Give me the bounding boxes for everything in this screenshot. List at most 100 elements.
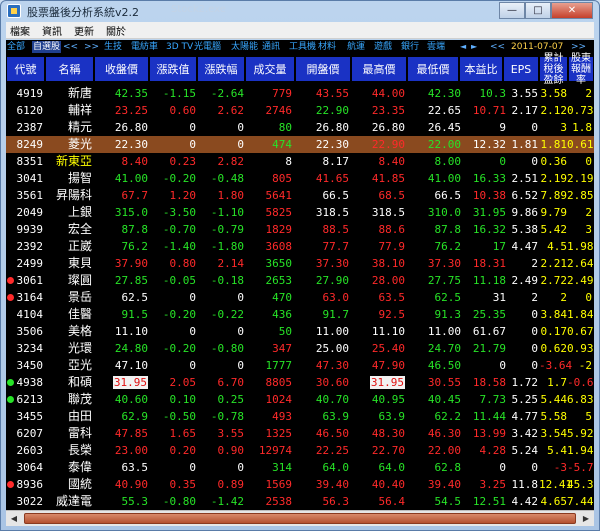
- table-row[interactable]: 6207 雷科 47.85 1.65 3.55 1325 46.50 48.30 46.30 13…: [6, 425, 594, 442]
- cell-name: 長榮: [67, 443, 92, 457]
- scroll-left-icon[interactable]: ◀: [6, 511, 22, 526]
- table-row[interactable]: 3061 璨圓 27.85 -0.05 -0.18 2653 27.90 28.00 27.75…: [6, 272, 594, 289]
- cell-cum: 4.5: [547, 240, 567, 253]
- column-header[interactable]: 成交量: [246, 57, 294, 81]
- nav-scroll-left-icon[interactable]: ◄: [460, 41, 466, 53]
- table-row[interactable]: 3561 昇陽科 67.7 1.20 1.80 5641 66.5 68.5 66.5 10.38…: [6, 187, 594, 204]
- table-row[interactable]: 3234 光環 24.80 -0.20 -0.80 347 25.00 25.40 24.70 2…: [6, 340, 594, 357]
- table-row[interactable]: 8936 國統 40.90 0.35 0.89 1569 39.40 40.40 39.40 3.…: [6, 476, 594, 493]
- column-header[interactable]: 股東報酬率: [569, 53, 593, 86]
- cell-high: 56.4: [378, 495, 406, 508]
- scroll-thumb[interactable]: [24, 513, 576, 524]
- maximize-button[interactable]: □: [525, 2, 551, 19]
- table-row[interactable]: 3450 亞光 47.10 0 0 1777 47.30 47.90 46.50 0 0 -3.64-…: [6, 357, 594, 374]
- nav-next-button[interactable]: >>: [84, 41, 99, 53]
- nav-item[interactable]: 全部: [7, 41, 25, 53]
- nav-item[interactable]: 工具機: [289, 41, 316, 53]
- table-row[interactable]: 4104 佳醫 91.5 -0.20 -0.22 436 91.7 92.5 91.3 25.35…: [6, 306, 594, 323]
- column-header[interactable]: 開盤價: [296, 57, 350, 81]
- cell-eps: 4.77: [511, 410, 539, 423]
- menu-info[interactable]: 資訊: [42, 23, 62, 38]
- table-row[interactable]: 2603 長榮 23.00 0.20 0.90 12974 22.25 22.70 22.00 4…: [6, 442, 594, 459]
- date-prev-button[interactable]: <<: [490, 41, 505, 53]
- cell-chg: 0: [189, 325, 196, 338]
- table-row[interactable]: 2499 東貝 37.90 0.80 2.14 3650 37.30 38.10 37.30 18…: [6, 255, 594, 272]
- cell-chg: -0.20: [162, 172, 196, 185]
- table-row[interactable]: 2387 精元 26.80 0 0 80 26.80 26.80 26.45 9 0 3 1.8: [6, 119, 594, 136]
- cell-ret: 2: [585, 206, 592, 219]
- table-row[interactable]: 3041 揚智 41.00 -0.20 -0.48 805 41.65 41.85 41.00 1…: [6, 170, 594, 187]
- column-header[interactable]: 最高價: [352, 57, 406, 81]
- cell-vol: 3650: [265, 257, 293, 270]
- menu-about[interactable]: 關於: [106, 23, 126, 38]
- table-row[interactable]: 6120 輔祥 23.25 0.60 2.62 2746 22.90 23.35 22.65 10…: [6, 102, 594, 119]
- column-header[interactable]: 收盤價: [95, 57, 148, 81]
- cell-pe: 21.79: [472, 342, 506, 355]
- nav-item[interactable]: 遊戲: [374, 41, 392, 53]
- table-row[interactable]: 4919 新唐 42.35 -1.15 -2.64 779 43.55 44.00 42.30 1…: [6, 85, 594, 102]
- cell-open: 39.40: [315, 478, 349, 491]
- cell-pct: 0: [237, 325, 244, 338]
- column-header[interactable]: 漲跌幅: [198, 57, 244, 81]
- menu-update[interactable]: 更新: [74, 23, 94, 38]
- nav-item[interactable]: 材料: [318, 41, 336, 53]
- cell-code: 6120: [16, 104, 44, 117]
- scroll-right-icon[interactable]: ▶: [578, 511, 594, 526]
- date-next-button[interactable]: >>: [571, 41, 586, 53]
- table-row[interactable]: 3064 泰偉 63.5 0 0 314 64.0 64.0 62.8 0 0 -3-5.76: [6, 459, 595, 476]
- cell-ret: 2.49: [567, 274, 594, 287]
- cell-ret: 1.98: [567, 240, 594, 253]
- horizontal-scrollbar[interactable]: ◀ ▶: [6, 510, 594, 526]
- table-row[interactable]: 3455 由田 62.9 -0.50 -0.78 493 63.9 63.9 62.2 11.44…: [6, 408, 594, 425]
- cell-vol: 805: [272, 172, 292, 185]
- table-row[interactable]: 4938 和碩 31.95 2.05 6.70 8805 30.60 31.95 30.55 18…: [6, 374, 594, 391]
- cell-pct: 2.82: [217, 155, 245, 168]
- title-bar[interactable]: 股票盤後分析系統v2.2 Stock2.exe — □ ✕: [1, 1, 599, 21]
- nav-scroll-right-icon[interactable]: ►: [471, 41, 477, 53]
- cell-code: 4938: [16, 376, 44, 389]
- nav-item[interactable]: 光電腦: [194, 41, 221, 53]
- cell-open: 8.17: [322, 155, 350, 168]
- table-row[interactable]: 3164 景岳 62.5 0 0 470 63.0 63.5 62.5 31 2 2 0: [6, 289, 594, 306]
- cell-name: 泰偉: [67, 460, 92, 474]
- column-header[interactable]: 本益比: [460, 57, 502, 81]
- nav-prev-button[interactable]: <<: [63, 41, 78, 53]
- cell-close: 62.5: [121, 291, 149, 304]
- close-button[interactable]: ✕: [551, 2, 593, 19]
- cell-low: 46.30: [427, 427, 461, 440]
- table-row[interactable]: 8249 菱光 22.30 0 0 474 22.30 22.90 22.00 12.32 1.81…: [6, 136, 594, 153]
- menu-bar: 檔案 資訊 更新 關於: [6, 22, 594, 39]
- table-row[interactable]: 9939 宏全 87.8 -0.70 -0.79 1829 88.5 88.6 87.8 16.3…: [6, 221, 594, 238]
- table-row[interactable]: 2392 正崴 76.2 -1.40 -1.80 3608 77.7 77.9 76.2 17 4.…: [6, 238, 594, 255]
- column-header[interactable]: 名稱: [46, 57, 93, 81]
- cell-chg: 2.05: [169, 376, 197, 389]
- table-row[interactable]: 2049 上銀 315.0 -3.50 -1.10 5825 318.5 318.5 310.0…: [6, 204, 594, 221]
- column-header[interactable]: EPS: [504, 57, 538, 81]
- nav-item[interactable]: 太陽能: [231, 41, 258, 53]
- background-window-title: Stock2.exe: [171, 4, 226, 15]
- table-row[interactable]: 8351 新東亞 8.40 0.23 2.82 8 8.17 8.40 8.00 0 0 0.36 0: [6, 153, 594, 170]
- cell-close: 47.10: [114, 359, 148, 372]
- cell-name: 輔祥: [67, 103, 92, 117]
- nav-item[interactable]: 雲端: [427, 41, 445, 53]
- nav-item[interactable]: 銀行: [401, 41, 419, 53]
- cell-close: 55.3: [121, 495, 149, 508]
- nav-item[interactable]: 航運: [347, 41, 365, 53]
- cell-close: 62.9: [121, 410, 149, 423]
- table-row[interactable]: 3022 威達電 55.3 -0.80 -1.42 2538 56.3 56.4 54.5 12.…: [6, 493, 594, 510]
- nav-item[interactable]: 自選股: [32, 41, 62, 53]
- column-header[interactable]: 代號: [7, 57, 44, 81]
- column-header[interactable]: 累計稅後盈餘: [540, 53, 567, 86]
- menu-file[interactable]: 檔案: [10, 23, 30, 38]
- nav-item[interactable]: 通訊: [262, 41, 280, 53]
- column-header[interactable]: 最低價: [408, 57, 458, 81]
- table-row[interactable]: 3506 美格 11.10 0 0 50 11.00 11.10 11.00 61.67 0 0.17…: [6, 323, 594, 340]
- nav-item[interactable]: 3D TV: [166, 41, 193, 53]
- nav-item[interactable]: 生技: [104, 41, 122, 53]
- column-header[interactable]: 漲跌值: [150, 57, 196, 81]
- nav-item[interactable]: 電紡車: [131, 41, 158, 53]
- cell-open: 30.60: [315, 376, 349, 389]
- table-row[interactable]: 6213 聯茂 40.60 0.10 0.25 1024 40.70 40.95 40.45 7.…: [6, 391, 594, 408]
- minimize-button[interactable]: —: [499, 2, 525, 19]
- cell-eps: 3.55: [511, 87, 539, 100]
